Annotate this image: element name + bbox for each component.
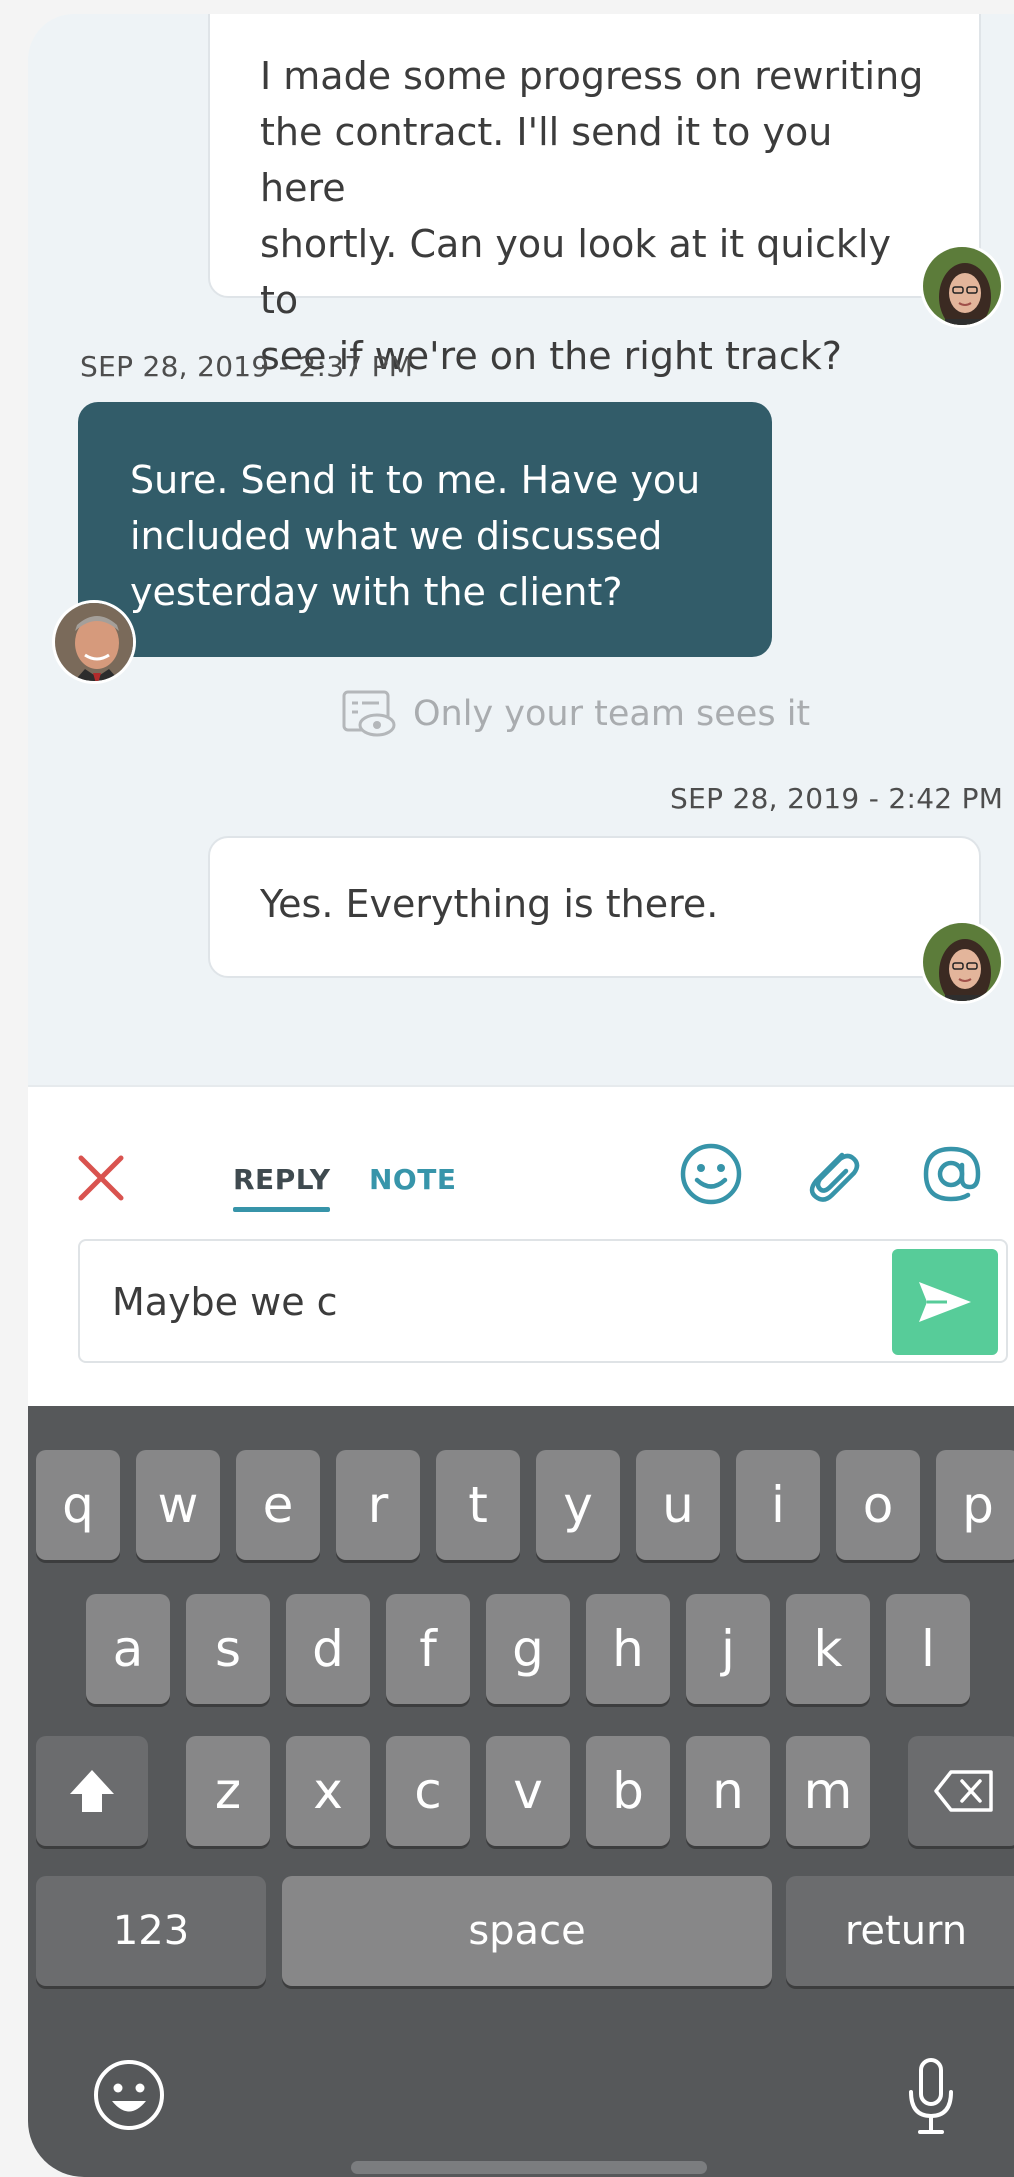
key-t[interactable]: t xyxy=(436,1450,520,1560)
key-y[interactable]: y xyxy=(536,1450,620,1560)
emoji-keyboard-button[interactable] xyxy=(92,2058,166,2132)
message-bubble-outgoing: Yes. Everything is there. xyxy=(208,836,981,978)
key-w[interactable]: w xyxy=(136,1450,220,1560)
avatar-woman[interactable] xyxy=(920,244,1004,328)
dictation-button[interactable] xyxy=(904,2056,958,2138)
send-button[interactable] xyxy=(892,1249,998,1355)
message-text: Sure. Send it to me. Have you included w… xyxy=(130,458,701,614)
key-o[interactable]: o xyxy=(836,1450,920,1560)
private-note-text: Only your team sees it xyxy=(413,694,811,734)
shift-arrow-icon xyxy=(70,1770,114,1812)
emoji-icon xyxy=(680,1143,742,1205)
key-d[interactable]: d xyxy=(286,1594,370,1704)
key-s[interactable]: s xyxy=(186,1594,270,1704)
message-bubble-outgoing: I made some progress on rewriting the co… xyxy=(208,14,981,378)
key-i[interactable]: i xyxy=(736,1450,820,1560)
key-j[interactable]: j xyxy=(686,1594,770,1704)
avatar-woman[interactable] xyxy=(920,920,1004,1004)
key-n[interactable]: n xyxy=(686,1736,770,1846)
message-bubble-incoming: Sure. Send it to me. Have you included w… xyxy=(78,402,772,657)
key-e[interactable]: e xyxy=(236,1450,320,1560)
message-input-box xyxy=(78,1239,1008,1363)
key-b[interactable]: b xyxy=(586,1736,670,1846)
phone-screen: I made some progress on rewriting the co… xyxy=(28,14,1014,2177)
close-icon xyxy=(78,1155,124,1201)
key-f[interactable]: f xyxy=(386,1594,470,1704)
backspace-key[interactable] xyxy=(908,1736,1014,1846)
message-text: Yes. Everything is there. xyxy=(260,882,719,926)
home-indicator xyxy=(351,2161,707,2174)
emoji-button[interactable] xyxy=(678,1141,744,1207)
mention-button[interactable] xyxy=(918,1141,984,1207)
key-k[interactable]: k xyxy=(786,1594,870,1704)
key-z[interactable]: z xyxy=(186,1736,270,1846)
microphone-icon xyxy=(909,2058,953,2134)
key-q[interactable]: q xyxy=(36,1450,120,1560)
key-r[interactable]: r xyxy=(336,1450,420,1560)
message-input[interactable] xyxy=(110,1241,834,1363)
key-l[interactable]: l xyxy=(886,1594,970,1704)
numbers-key[interactable]: 123 xyxy=(36,1876,266,1986)
paperclip-icon xyxy=(809,1152,860,1202)
return-key[interactable]: return xyxy=(786,1876,1014,1986)
key-p[interactable]: p xyxy=(936,1450,1014,1560)
message-composer: REPLY NOTE xyxy=(28,1085,1014,1407)
avatar-man[interactable] xyxy=(52,600,136,684)
tab-reply[interactable]: REPLY xyxy=(233,1163,331,1212)
mention-icon xyxy=(923,1146,981,1202)
key-v[interactable]: v xyxy=(486,1736,570,1846)
shift-key[interactable] xyxy=(36,1736,148,1846)
key-m[interactable]: m xyxy=(786,1736,870,1846)
key-g[interactable]: g xyxy=(486,1594,570,1704)
key-u[interactable]: u xyxy=(636,1450,720,1560)
emoji-icon xyxy=(94,2060,164,2130)
key-x[interactable]: x xyxy=(286,1736,370,1846)
close-button[interactable] xyxy=(76,1153,126,1203)
private-note-indicator: Only your team sees it xyxy=(341,684,810,744)
key-h[interactable]: h xyxy=(586,1594,670,1704)
key-a[interactable]: a xyxy=(86,1594,170,1704)
tab-note[interactable]: NOTE xyxy=(369,1163,456,1196)
backspace-icon xyxy=(934,1770,993,1812)
ios-keyboard: qwertyuiop asdfghjkl zxcvbnm 123 space r… xyxy=(28,1406,1014,2177)
eye-note-icon xyxy=(342,690,396,737)
space-key[interactable]: space xyxy=(282,1876,772,1986)
send-icon xyxy=(919,1282,971,1322)
key-c[interactable]: c xyxy=(386,1736,470,1846)
message-timestamp: SEP 28, 2019 - 2:37 PM xyxy=(80,350,414,383)
message-text: I made some progress on rewriting the co… xyxy=(260,54,924,378)
attach-button[interactable] xyxy=(798,1141,864,1207)
message-timestamp: SEP 28, 2019 - 2:42 PM xyxy=(670,782,1004,815)
